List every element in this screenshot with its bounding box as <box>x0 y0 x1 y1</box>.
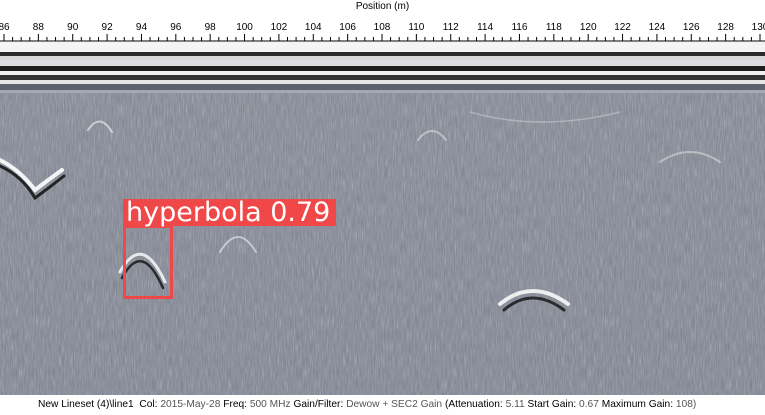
position-axis: 86 88 90 92 94 96 98 100 102 104 106 108 110 112 114 11… <box>0 14 765 42</box>
tick-label-102: 102 <box>271 22 288 33</box>
status-col-label: Col: <box>139 399 158 410</box>
status-max-gain-label: Maximum Gain: <box>601 399 674 410</box>
surface-reflection-bands <box>0 42 765 93</box>
tick-label-104: 104 <box>305 22 322 33</box>
status-max-gain-value: 108) <box>675 399 697 410</box>
status-start-gain-value: 0.67 <box>579 399 599 410</box>
tick-label-112: 112 <box>443 22 459 33</box>
status-start-gain-label: Start Gain: <box>527 399 577 410</box>
tick-label-114: 114 <box>477 22 493 33</box>
radargram-view[interactable]: hyperbola 0.79 <box>0 42 765 395</box>
tick-label-86: 86 <box>0 22 10 33</box>
tick-label-94: 94 <box>136 22 148 33</box>
tick-label-92: 92 <box>102 22 114 33</box>
tick-label-128: 128 <box>717 22 734 33</box>
tick-label-122: 122 <box>614 22 631 33</box>
axis-title: Position (m) <box>355 1 410 12</box>
status-line-name: New Lineset (4)\line1 <box>38 399 134 410</box>
tick-label-124: 124 <box>649 22 666 33</box>
tick-label-96: 96 <box>170 22 182 33</box>
status-col-value: 2015-May-28 <box>160 399 221 410</box>
status-attenuation-value: 5.11 <box>505 399 525 410</box>
tick-label-110: 110 <box>408 22 424 33</box>
status-bar: New Lineset (4)\line1 Col: 2015-May-28 F… <box>0 395 765 415</box>
tick-label-106: 106 <box>339 22 356 33</box>
radargram-noise <box>0 42 765 395</box>
tick-label-116: 116 <box>511 22 527 33</box>
status-gain-label: Gain/Filter: <box>293 399 344 410</box>
status-gain-value: Dewow + SEC2 Gain <box>346 399 443 410</box>
radargram-image <box>0 42 765 395</box>
tick-label-126: 126 <box>683 22 700 33</box>
status-freq-value: 500 MHz <box>249 399 291 410</box>
tick-label-88: 88 <box>33 22 45 33</box>
status-attenuation-label: (Attenuation: <box>444 399 503 410</box>
tick-label-118: 118 <box>546 22 562 33</box>
status-freq-label: Freq: <box>223 399 247 410</box>
tick-label-98: 98 <box>205 22 217 33</box>
hyperbola-detection-label: hyperbola 0.79 <box>123 199 337 226</box>
tick-label-108: 108 <box>374 22 391 33</box>
tick-label-90: 90 <box>67 22 79 33</box>
tick-label-130: 130 <box>752 22 765 33</box>
axis-ticks-svg: 86 88 90 92 94 96 98 100 102 104 106 108 110 112 114 11… <box>0 22 765 42</box>
tick-label-100: 100 <box>236 22 253 33</box>
tick-label-120: 120 <box>580 22 597 33</box>
hyperbola-detection-box[interactable] <box>123 225 173 299</box>
